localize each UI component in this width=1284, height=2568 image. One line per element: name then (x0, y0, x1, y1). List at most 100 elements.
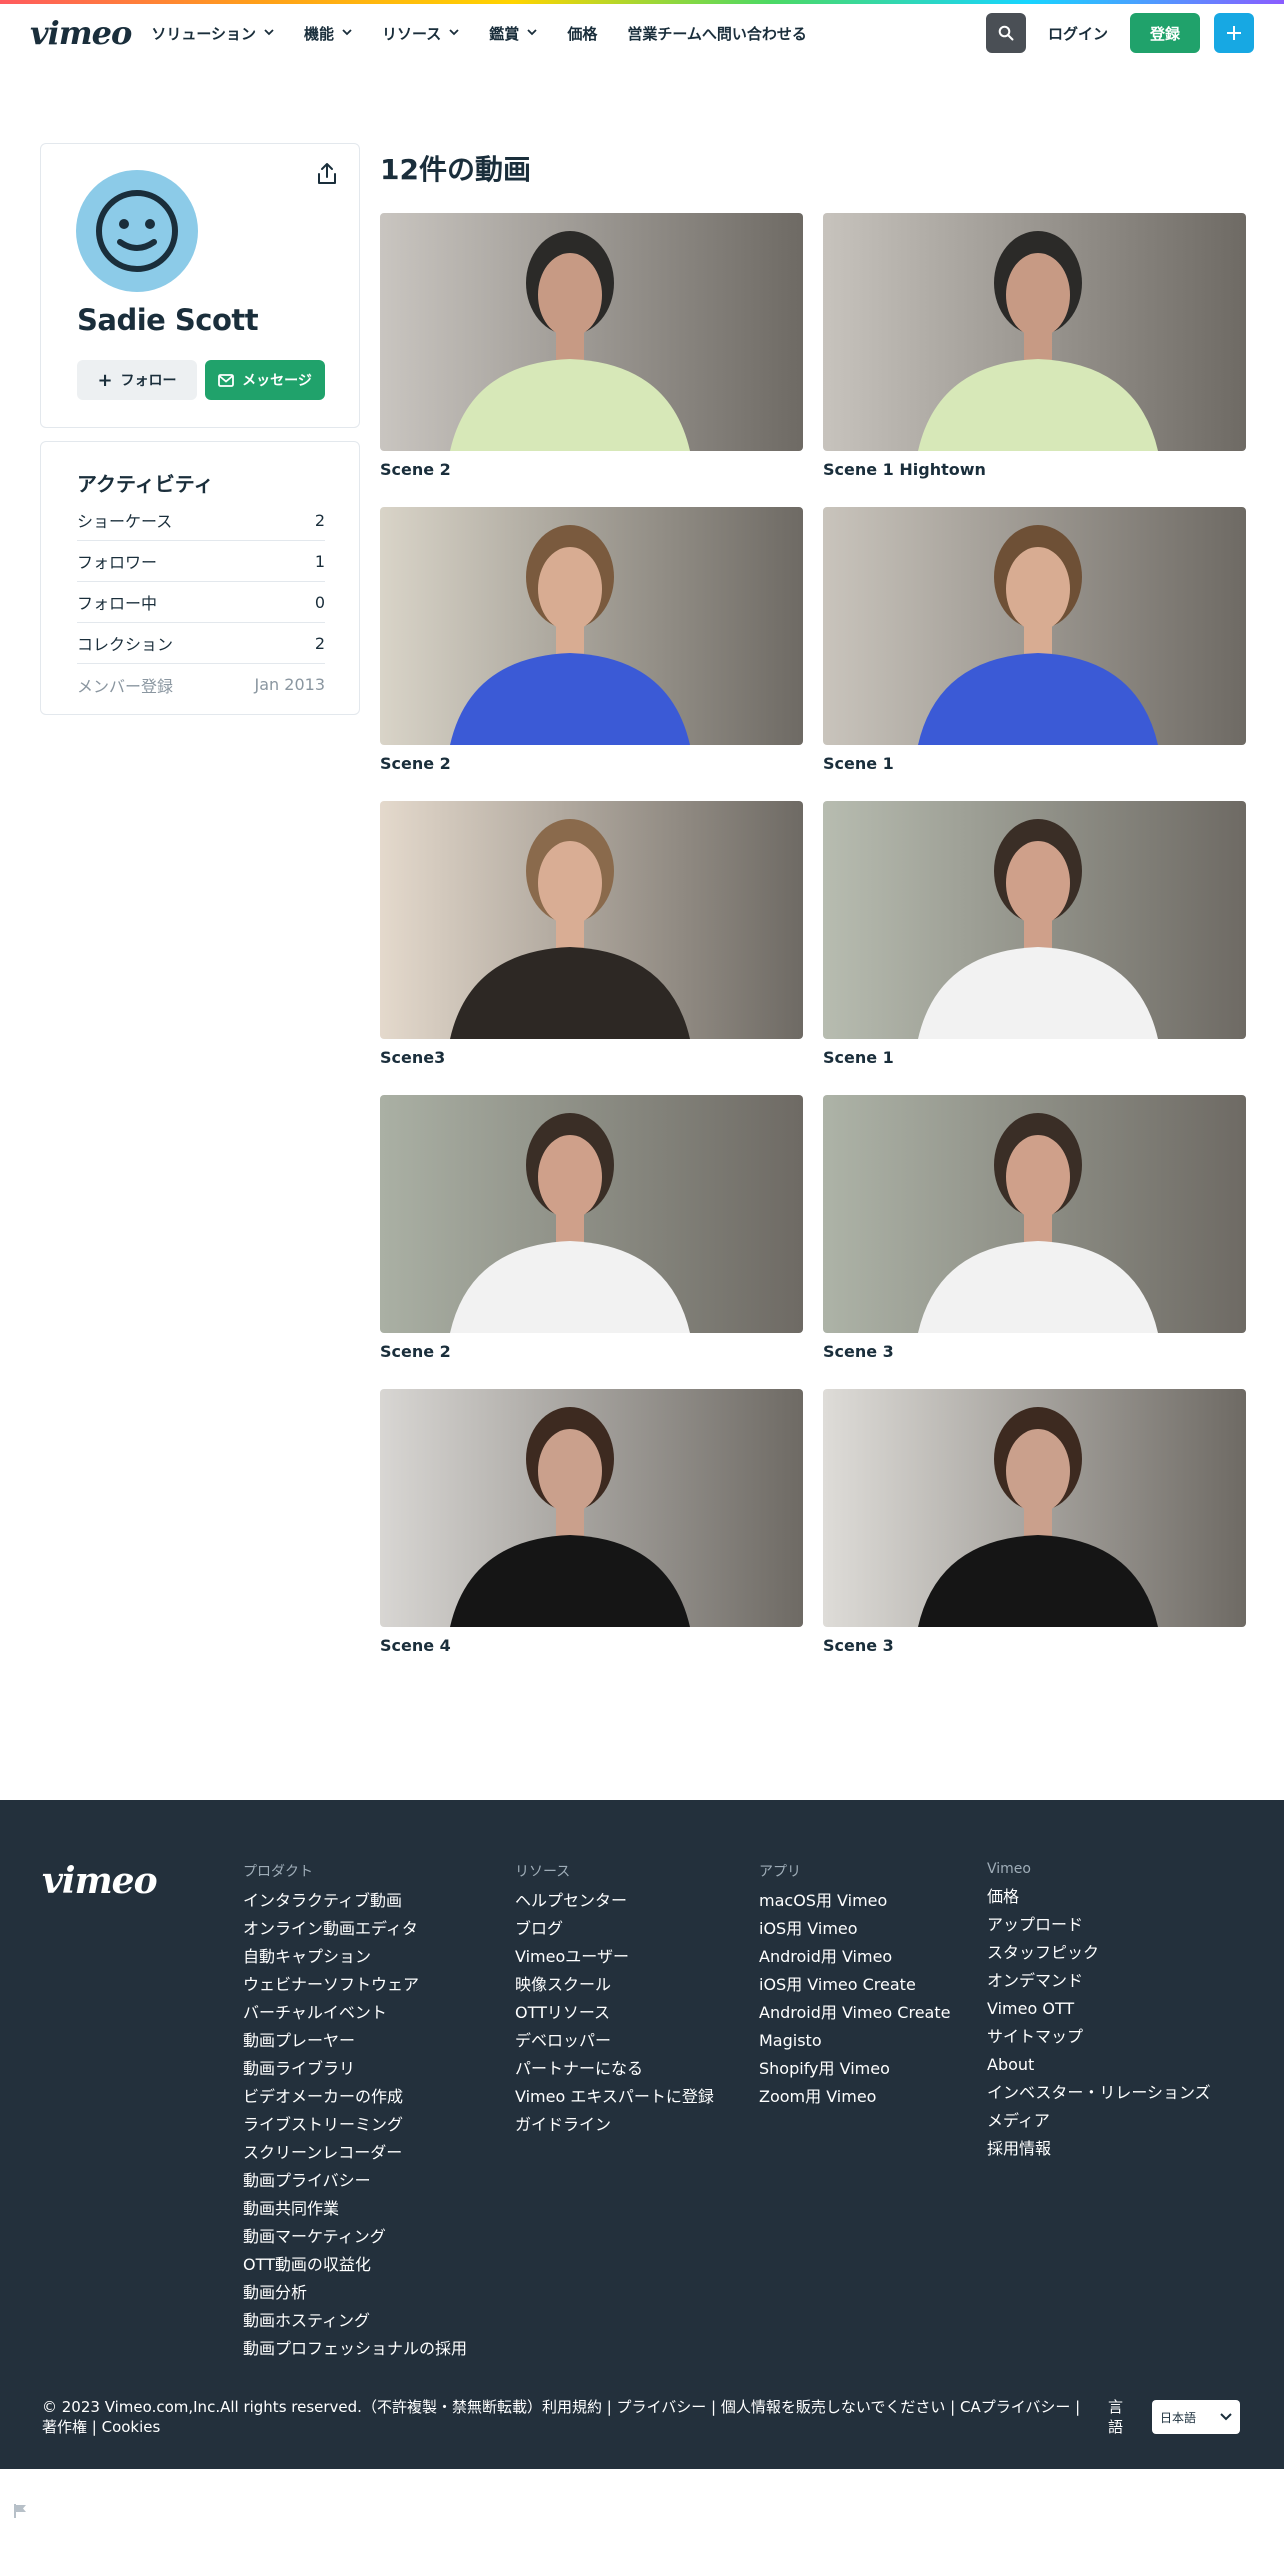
share-icon[interactable] (313, 160, 341, 188)
footer-link[interactable]: スクリーンレコーダー (243, 2142, 467, 2170)
video-title[interactable]: Scene 3 (823, 1636, 1246, 1655)
footer-link[interactable]: Shopify用 Vimeo (759, 2058, 950, 2086)
footer-link[interactable]: 動画ホスティング (243, 2310, 467, 2338)
video-card[interactable]: Scene 4 (380, 1389, 803, 1683)
footer-link[interactable]: 動画プロフェッショナルの採用 (243, 2338, 467, 2366)
footer-link[interactable]: メディア (987, 2110, 1211, 2138)
activity-row[interactable]: コレクション 2 (77, 623, 325, 664)
video-title[interactable]: Scene 2 (380, 754, 803, 773)
footer-link[interactable]: バーチャルイベント (243, 2002, 467, 2030)
video-card[interactable]: Scene 1 (823, 507, 1246, 801)
footer-link[interactable]: Zoom用 Vimeo (759, 2086, 950, 2114)
nav-item-4[interactable]: 価格 (567, 23, 597, 44)
footer-link[interactable]: macOS用 Vimeo (759, 1890, 950, 1918)
nav-item-1[interactable]: 機能 (304, 23, 352, 44)
video-thumbnail[interactable] (823, 507, 1246, 745)
footer-link[interactable]: Vimeo OTT (987, 1998, 1211, 2026)
video-thumbnail[interactable] (380, 507, 803, 745)
follow-button[interactable]: + フォロー (77, 360, 197, 400)
video-title[interactable]: Scene 1 (823, 754, 1246, 773)
footer-link[interactable]: 動画共同作業 (243, 2198, 467, 2226)
report-flag-icon[interactable] (12, 2502, 30, 2520)
video-title[interactable]: Scene 4 (380, 1636, 803, 1655)
nav-menu: ソリューション 機能 リソース 鑑賞 価格 営業チームへ問い合わせる (151, 23, 837, 44)
footer-link[interactable]: 動画分析 (243, 2282, 467, 2310)
footer-link[interactable]: ガイドライン (515, 2114, 714, 2142)
footer-link[interactable]: 採用情報 (987, 2138, 1211, 2166)
avatar[interactable] (76, 170, 198, 292)
video-card[interactable]: Scene 2 (380, 213, 803, 507)
video-thumbnail[interactable] (380, 213, 803, 451)
video-card[interactable]: Scene 2 (380, 507, 803, 801)
footer-link[interactable]: Android用 Vimeo Create (759, 2002, 950, 2030)
video-thumbnail[interactable] (380, 801, 803, 1039)
activity-value: 1 (314, 551, 325, 571)
video-title[interactable]: Scene 1 Hightown (823, 460, 1246, 479)
signup-button[interactable]: 登録 (1129, 13, 1200, 53)
footer-link[interactable]: Vimeo エキスパートに登録 (515, 2086, 714, 2114)
activity-row[interactable]: ショーケース 2 (77, 500, 325, 541)
footer-link[interactable]: 動画プライバシー (243, 2170, 467, 2198)
video-thumbnail[interactable] (380, 1389, 803, 1627)
footer-link[interactable]: オンライン動画エディタ (243, 1918, 467, 1946)
video-title[interactable]: Scene 2 (380, 1342, 803, 1361)
video-title[interactable]: Scene 3 (823, 1342, 1246, 1361)
footer-link[interactable]: ウェビナーソフトウェア (243, 1974, 467, 2002)
video-card[interactable]: Scene3 (380, 801, 803, 1095)
video-thumbnail[interactable] (380, 1095, 803, 1333)
video-thumbnail[interactable] (823, 1095, 1246, 1333)
footer-link[interactable]: アップロード (987, 1914, 1211, 1942)
activity-row[interactable]: フォロー中 0 (77, 582, 325, 623)
message-button[interactable]: メッセージ (205, 360, 325, 400)
footer-link[interactable]: 動画プレーヤー (243, 2030, 467, 2058)
footer-link[interactable]: iOS用 Vimeo (759, 1918, 950, 1946)
footer-link[interactable]: About (987, 2054, 1211, 2082)
language-select[interactable]: 日本語 (1152, 2400, 1240, 2434)
activity-row[interactable]: フォロワー 1 (77, 541, 325, 582)
footer-link[interactable]: 動画ライブラリ (243, 2058, 467, 2086)
nav-item-5[interactable]: 営業チームへ問い合わせる (627, 23, 807, 44)
footer-link[interactable]: インベスター・リレーションズ (987, 2082, 1211, 2110)
footer-link[interactable]: 価格 (987, 1886, 1211, 1914)
new-video-button[interactable] (1214, 13, 1254, 53)
footer-link[interactable]: ヘルプセンター (515, 1890, 714, 1918)
footer-link[interactable]: インタラクティブ動画 (243, 1890, 467, 1918)
nav-item-2[interactable]: リソース (382, 23, 459, 44)
footer-link[interactable]: サイトマップ (987, 2026, 1211, 2054)
video-title[interactable]: Scene 1 (823, 1048, 1246, 1067)
nav-item-0[interactable]: ソリューション (151, 23, 274, 44)
video-card[interactable]: Scene 3 (823, 1389, 1246, 1683)
video-card[interactable]: Scene 1 (823, 801, 1246, 1095)
footer-link[interactable]: 動画マーケティング (243, 2226, 467, 2254)
footer-link[interactable]: Magisto (759, 2030, 950, 2058)
footer-link[interactable]: ブログ (515, 1918, 714, 1946)
footer-vimeo-logo[interactable]: vimeo (42, 1860, 158, 1902)
vimeo-logo[interactable]: vimeo (30, 14, 132, 52)
footer-link[interactable]: デベロッパー (515, 2030, 714, 2058)
footer-link[interactable]: OTT動画の収益化 (243, 2254, 467, 2282)
video-thumbnail[interactable] (823, 801, 1246, 1039)
video-thumbnail[interactable] (823, 213, 1246, 451)
footer-link[interactable]: iOS用 Vimeo Create (759, 1974, 950, 2002)
footer-link[interactable]: OTTリソース (515, 2002, 714, 2030)
footer-link[interactable]: オンデマンド (987, 1970, 1211, 1998)
footer-link[interactable]: Vimeoユーザー (515, 1946, 714, 1974)
footer-link[interactable]: パートナーになる (515, 2058, 714, 2086)
footer-link[interactable]: 自動キャプション (243, 1946, 467, 1974)
footer-link[interactable]: スタッフピック (987, 1942, 1211, 1970)
video-card[interactable]: Scene 1 Hightown (823, 213, 1246, 507)
footer-link[interactable]: ビデオメーカーの作成 (243, 2086, 467, 2114)
site-footer: vimeo プロダクト インタラクティブ動画 オンライン動画エディタ 自動キャプション… (0, 1800, 1284, 2469)
footer-link[interactable]: Android用 Vimeo (759, 1946, 950, 1974)
search-button[interactable] (985, 13, 1026, 53)
video-title[interactable]: Scene3 (380, 1048, 803, 1067)
video-thumbnail[interactable] (823, 1389, 1246, 1627)
footer-link[interactable]: ライブストリーミング (243, 2114, 467, 2142)
video-card[interactable]: Scene 2 (380, 1095, 803, 1389)
footer-link[interactable]: 映像スクール (515, 1974, 714, 2002)
video-card[interactable]: Scene 3 (823, 1095, 1246, 1389)
video-title[interactable]: Scene 2 (380, 460, 803, 479)
login-link[interactable]: ログイン (1048, 23, 1108, 44)
nav-item-3[interactable]: 鑑賞 (489, 23, 537, 44)
activity-label: メンバー登録 (77, 676, 174, 696)
